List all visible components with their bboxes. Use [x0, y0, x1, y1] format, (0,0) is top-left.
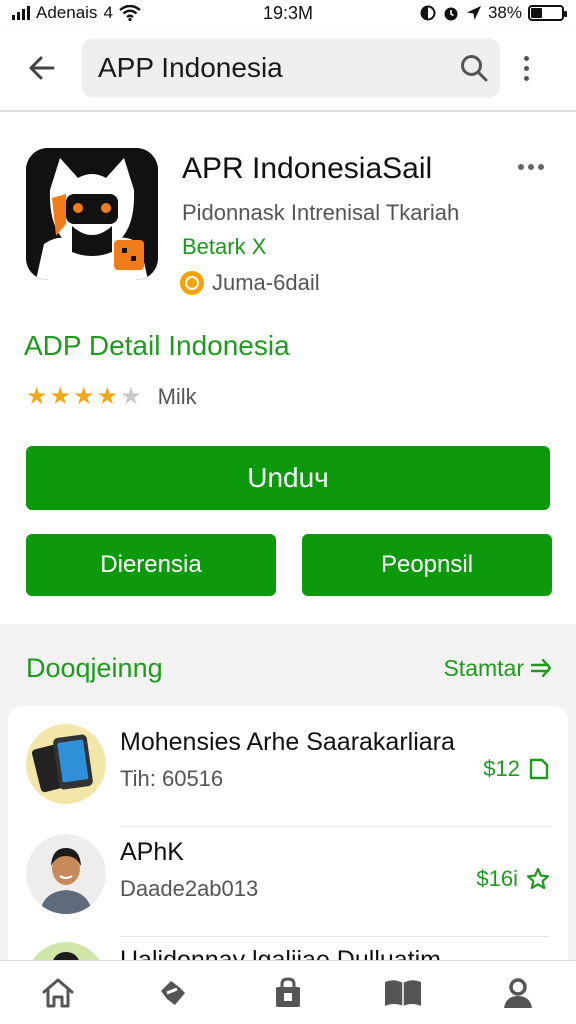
- section-link[interactable]: Stamtar: [443, 655, 552, 682]
- list-item-price: $12: [483, 756, 550, 782]
- star-empty-icon: ★: [120, 383, 142, 410]
- battery-icon: [528, 5, 567, 21]
- app-meta-text: Juma-6dail: [212, 270, 320, 295]
- network-label: 4: [103, 3, 113, 22]
- section-link-label: Stamtar: [443, 654, 524, 681]
- app-logo-illustration: [26, 148, 158, 280]
- rating-stars: ★ ★ ★ ★ ★: [26, 385, 142, 409]
- account-icon: [504, 977, 533, 1008]
- coin-icon: [180, 271, 204, 295]
- arrow-right-icon: [530, 659, 552, 677]
- download-button[interactable]: Unduч: [26, 446, 550, 510]
- nav-store[interactable]: [260, 965, 316, 1021]
- star-filled-icon: ★: [73, 383, 95, 410]
- battery-percent: 38%: [487, 3, 522, 22]
- star-filled-icon: ★: [49, 383, 72, 410]
- app-title: APR IndonesiaSail: [182, 152, 433, 185]
- secondary-button-right[interactable]: Peopnsil: [302, 534, 552, 596]
- back-button[interactable]: [20, 46, 64, 90]
- more-options-icon[interactable]: [510, 46, 542, 90]
- secondary-button-left[interactable]: Dierensia: [26, 534, 276, 596]
- search-input[interactable]: [98, 52, 459, 84]
- alarm-icon: [442, 4, 460, 22]
- copy-icon[interactable]: [528, 757, 550, 781]
- section-header: Dooqjeinng Stamtar: [0, 628, 576, 708]
- person-avatar: [26, 834, 106, 914]
- star-filled-icon: ★: [96, 383, 119, 410]
- app-developer[interactable]: Pidonnask Intrenisal Tkariah: [182, 200, 459, 226]
- nav-account[interactable]: [490, 965, 546, 1021]
- app-meta: Juma-6dail: [180, 270, 320, 296]
- battery-level: [531, 8, 543, 18]
- list-item-title: Mohensies Arhe Saarakarliara: [120, 728, 455, 756]
- app-overflow-icon[interactable]: [518, 164, 544, 170]
- rating-row: ★ ★ ★ ★ ★ Milk: [26, 384, 197, 410]
- price-label: $16i: [476, 866, 518, 891]
- price-label: $12: [483, 756, 520, 781]
- carrier-label: Adenais: [36, 3, 98, 22]
- signal-icon: [12, 6, 30, 20]
- nav-games[interactable]: [145, 965, 201, 1021]
- top-app-bar: [0, 26, 576, 110]
- location-arrow-icon: [466, 5, 482, 21]
- list-item[interactable]: Mohensies Arhe Saarakarliara Tih: 60516 …: [8, 716, 568, 827]
- moon-icon: [420, 5, 436, 21]
- detail-heading: ADP Detail Indonesia: [24, 330, 290, 361]
- app-icon[interactable]: [26, 148, 158, 280]
- rating-label: Milk: [157, 384, 197, 409]
- search-bar[interactable]: [82, 39, 500, 97]
- star-filled-icon: ★: [26, 383, 48, 410]
- arrow-left-icon: [29, 56, 55, 80]
- wifi-icon: [119, 5, 141, 21]
- status-bar: Adenais 4 19:3M 38%: [0, 0, 576, 26]
- list-item[interactable]: APhK Daade2ab013 $16i: [8, 826, 568, 937]
- section-title: Dooqjeinng: [26, 652, 163, 683]
- nav-books[interactable]: [375, 965, 431, 1021]
- nav-home[interactable]: [30, 965, 86, 1021]
- app-detail-card: APR IndonesiaSail Pidonnask Intrenisal T…: [0, 112, 576, 624]
- games-icon: [160, 980, 185, 1005]
- star-outline-icon[interactable]: [526, 867, 550, 891]
- list-item-subtitle: Daade2ab013: [120, 876, 259, 901]
- bottom-navigation: [0, 960, 576, 1024]
- status-right: 38%: [420, 3, 567, 23]
- status-left: Adenais 4: [12, 3, 141, 23]
- home-icon: [42, 978, 74, 1007]
- app-badge: Betark X: [182, 234, 267, 259]
- list-item-title: APhK: [120, 838, 184, 866]
- app-list: Mohensies Arhe Saarakarliara Tih: 60516 …: [8, 706, 568, 966]
- shopping-bag-icon: [275, 976, 300, 1007]
- list-item-price: $16i: [476, 866, 550, 892]
- search-icon[interactable]: [459, 53, 489, 83]
- phone-thumbnail: [26, 724, 106, 804]
- list-item-subtitle: Tih: 60516: [120, 766, 224, 791]
- book-icon: [385, 979, 422, 1006]
